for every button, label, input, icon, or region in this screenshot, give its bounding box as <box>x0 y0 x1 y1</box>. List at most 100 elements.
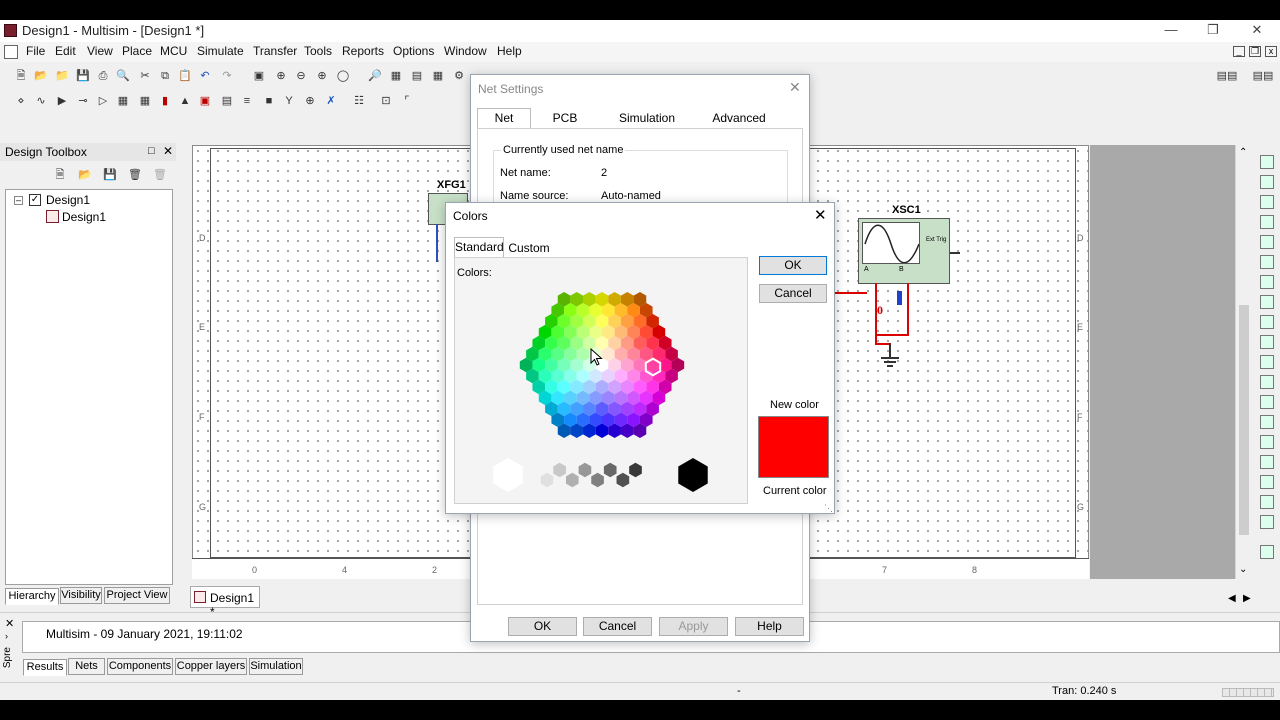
tree-child-design[interactable]: Design1 <box>62 210 106 224</box>
instrument-view-icon[interactable]: ▤▤ <box>1212 69 1242 85</box>
layout-view-icon[interactable]: ▤▤ <box>1248 69 1278 85</box>
cut-icon[interactable]: ✂ <box>137 69 153 85</box>
basic-icon[interactable]: ∿ <box>33 94 49 110</box>
menu-transfer[interactable]: Transfer <box>253 44 297 58</box>
bode-plotter-icon[interactable] <box>1260 255 1274 269</box>
colors-close-icon[interactable]: ✕ <box>814 206 827 224</box>
toggle-fullscreen-icon[interactable]: ▣ <box>251 69 267 85</box>
spreadsheet-close-icon[interactable]: ✕ <box>5 617 14 630</box>
close-sheet-icon[interactable]: 🗑 <box>127 168 143 184</box>
menu-file[interactable]: File <box>26 44 45 58</box>
antenna-icon[interactable]: Y <box>281 94 297 110</box>
oscilloscope-icon[interactable] <box>1260 215 1274 229</box>
tab-hierarchy[interactable]: Hierarchy <box>5 588 59 605</box>
white-cell[interactable] <box>493 458 523 492</box>
gray-cell[interactable] <box>591 472 604 488</box>
restore-button[interactable]: ❐ <box>1192 20 1234 42</box>
scroll-thumb[interactable] <box>1239 305 1249 535</box>
spectrum-analyzer-icon[interactable] <box>1260 395 1274 409</box>
transistor-icon[interactable]: ⊸ <box>75 94 91 110</box>
ttl-icon[interactable]: ▦ <box>115 94 131 110</box>
undo-icon[interactable]: ↶ <box>197 69 213 85</box>
tab-visibility[interactable]: Visibility <box>60 587 102 604</box>
save-icon[interactable]: 💾 <box>75 69 91 85</box>
zoom-out-icon[interactable]: ⊖ <box>293 69 309 85</box>
gray-cell[interactable] <box>578 462 592 478</box>
design-toolbox-icon[interactable]: ▤ <box>409 69 425 85</box>
copy-icon[interactable]: ⧉ <box>157 69 173 85</box>
gray-cell[interactable] <box>603 462 617 478</box>
scroll-up-icon[interactable]: ⌃ <box>1239 147 1247 158</box>
gray-cell[interactable] <box>629 462 642 478</box>
gray-cell[interactable] <box>565 472 579 488</box>
bus-icon[interactable]: ⊡ <box>378 94 394 110</box>
mixed-icon[interactable]: ▲ <box>177 94 193 110</box>
iv-analyzer-icon[interactable] <box>1260 355 1274 369</box>
net-settings-close-icon[interactable]: ✕ <box>789 79 801 96</box>
power-icon[interactable]: ▣ <box>197 94 213 110</box>
minimize-button[interactable]: — <box>1150 20 1192 42</box>
colors-ok-button[interactable]: OK <box>759 256 827 275</box>
diode-icon[interactable]: ▶ <box>54 94 70 110</box>
spreadsheet-pin-icon[interactable]: › <box>5 631 8 641</box>
design-checkbox-icon[interactable]: ✓ <box>29 194 41 206</box>
new-sheet-icon[interactable]: 🗎 <box>52 168 68 184</box>
net-help-button[interactable]: Help <box>735 617 804 636</box>
spreadsheet-view-icon[interactable]: ▦ <box>430 69 446 85</box>
collapse-icon[interactable]: – <box>14 196 23 205</box>
tab-components[interactable]: Components <box>107 658 173 675</box>
redo-icon[interactable]: ↷ <box>219 69 235 85</box>
menu-edit[interactable]: Edit <box>55 44 76 58</box>
net-apply-button[interactable]: Apply <box>659 617 728 636</box>
frequency-counter-icon[interactable] <box>1260 275 1274 289</box>
agilent-scope-icon[interactable] <box>1260 475 1274 489</box>
mdi-close-button[interactable]: x <box>1265 46 1277 57</box>
multimeter-icon[interactable] <box>1260 155 1274 169</box>
mdi-minimize-button[interactable]: _ <box>1233 46 1245 57</box>
logic-converter-icon[interactable] <box>1260 315 1274 329</box>
mdi-restore-button[interactable]: ❐ <box>1249 46 1261 57</box>
gray-cell[interactable] <box>540 472 554 488</box>
menu-tools[interactable]: Tools <box>304 44 332 58</box>
tab-copper-layers[interactable]: Copper layers <box>175 658 247 675</box>
save-sheet-icon[interactable]: 💾 <box>102 168 118 184</box>
four-channel-scope-icon[interactable] <box>1260 235 1274 249</box>
tab-scroll-left-icon[interactable]: ◀ <box>1228 593 1236 604</box>
database-manager-icon[interactable]: ⚙ <box>451 69 467 85</box>
tab-nets[interactable]: Nets <box>68 658 105 675</box>
net-cancel-button[interactable]: Cancel <box>583 617 652 636</box>
distortion-analyzer-icon[interactable] <box>1260 375 1274 389</box>
rf-icon[interactable]: ✗ <box>323 94 339 110</box>
paste-icon[interactable]: 📋 <box>177 69 193 85</box>
tab-standard[interactable]: Standard <box>454 237 504 257</box>
current-probe-icon[interactable] <box>1260 545 1274 559</box>
tektronix-scope-icon[interactable] <box>1260 495 1274 509</box>
tab-results[interactable]: Results <box>23 659 67 676</box>
vertical-scrollbar[interactable]: ⌃ ⌄ <box>1235 145 1252 579</box>
source-icon[interactable]: ⋄ <box>13 94 29 110</box>
tab-simulation-settings[interactable]: Simulation settings <box>600 109 694 144</box>
tab-scroll-right-icon[interactable]: ▶ <box>1243 593 1251 604</box>
tab-project-view[interactable]: Project View <box>104 587 170 604</box>
black-cell[interactable] <box>678 458 708 492</box>
indicator-icon[interactable]: ▤ <box>219 94 235 110</box>
zoom-sheet-icon[interactable]: ◯ <box>335 69 351 85</box>
misc-icon[interactable]: ≡ <box>239 94 255 110</box>
open-sample-icon[interactable]: 📁 <box>54 69 70 85</box>
labview-icon[interactable] <box>1260 515 1274 529</box>
menu-mcu[interactable]: MCU <box>160 44 187 58</box>
open-sheet-icon[interactable]: 📂 <box>77 168 93 184</box>
colors-cancel-button[interactable]: Cancel <box>759 284 827 303</box>
tree-root-design[interactable]: Design1 <box>46 193 90 207</box>
open-folder-icon[interactable]: 📂 <box>33 69 49 85</box>
wattmeter-icon[interactable] <box>1260 195 1274 209</box>
agilent-generator-icon[interactable] <box>1260 435 1274 449</box>
function-generator-icon[interactable] <box>1260 175 1274 189</box>
new-file-icon[interactable]: 🗎 <box>13 69 29 85</box>
mcu-icon[interactable]: ▮ <box>157 94 173 110</box>
print-preview-icon[interactable]: 🔍 <box>115 69 131 85</box>
tab-simulation[interactable]: Simulation <box>249 658 303 675</box>
pin-icon[interactable]: □ <box>148 145 155 157</box>
document-tab[interactable]: Design1 * <box>190 586 260 619</box>
menu-options[interactable]: Options <box>393 44 434 58</box>
